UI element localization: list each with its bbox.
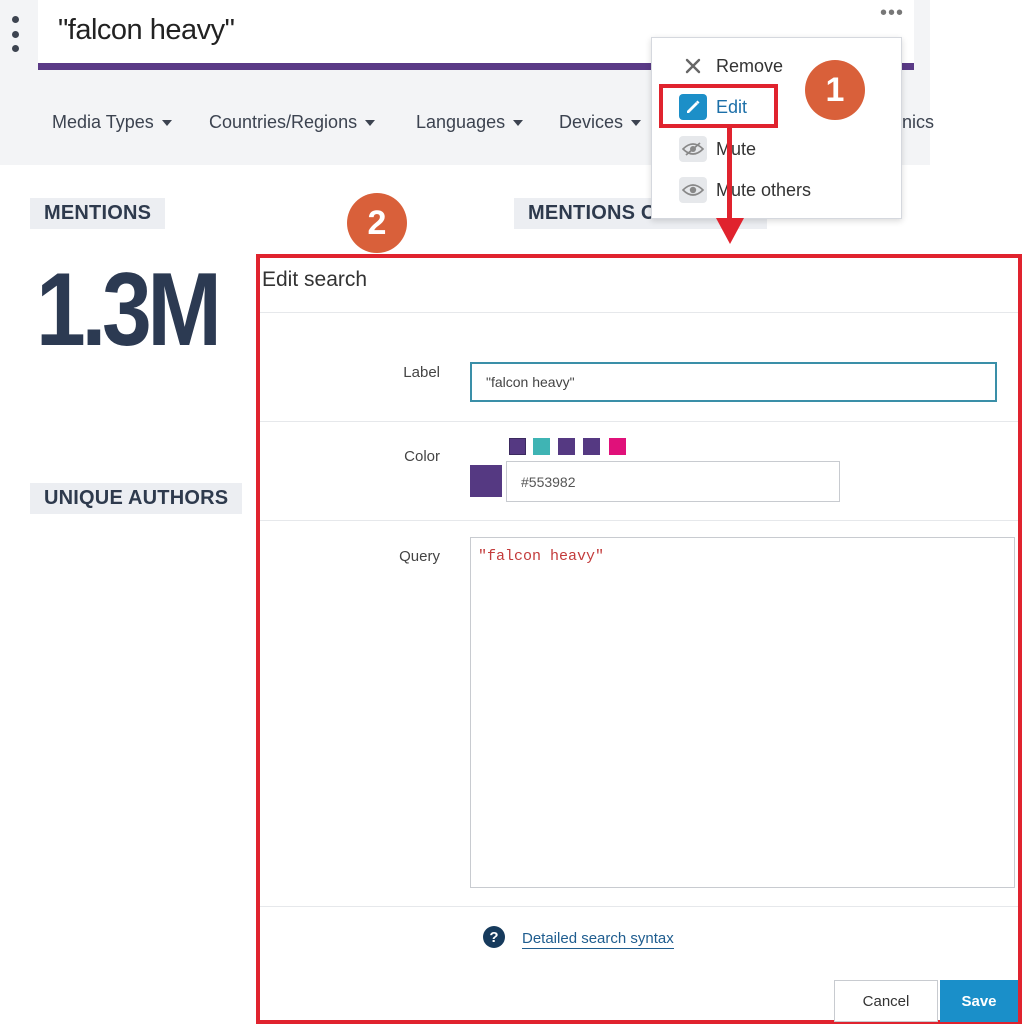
arrow-down-icon (716, 218, 744, 244)
mentions-value: 1.3M (36, 252, 222, 368)
query-text: "falcon heavy" (478, 548, 605, 565)
step-badge-2: 2 (347, 193, 407, 253)
divider (260, 312, 1018, 313)
eye-off-icon (679, 136, 707, 162)
divider (260, 421, 1018, 422)
filter-demographics-partial[interactable]: nics (902, 112, 934, 133)
search-title: "falcon heavy" (58, 14, 235, 46)
mentions-card-label: MENTIONS (30, 198, 166, 229)
step-badge-1: 1 (805, 60, 865, 120)
caret-down-icon (513, 120, 524, 127)
query-textarea[interactable] (470, 537, 1015, 888)
more-options-icon[interactable]: ••• (880, 2, 904, 25)
filter-devices[interactable]: Devices (559, 112, 642, 133)
filter-label: Countries/Regions (209, 112, 358, 132)
filter-media-types[interactable]: Media Types (52, 112, 172, 133)
menu-item-mute[interactable]: Mute (679, 136, 756, 162)
kebab-menu-icon[interactable] (6, 16, 24, 52)
color-swatch[interactable] (533, 438, 550, 455)
query-field-label: Query (399, 548, 440, 565)
cancel-button[interactable]: Cancel (834, 980, 938, 1022)
filter-label: Devices (559, 112, 624, 132)
color-swatch[interactable] (558, 438, 575, 455)
save-button[interactable]: Save (940, 980, 1018, 1022)
caret-down-icon (161, 120, 172, 127)
filter-label: Languages (416, 112, 506, 132)
edit-highlight-box (659, 84, 778, 128)
color-field-label: Color (404, 448, 440, 465)
dialog-title: Edit search (262, 268, 368, 291)
color-swatch[interactable] (609, 438, 626, 455)
filter-label: Media Types (52, 112, 154, 132)
caret-down-icon (365, 120, 376, 127)
caret-down-icon (631, 120, 642, 127)
color-swatch[interactable] (583, 438, 600, 455)
label-input[interactable] (470, 362, 997, 402)
menu-item-mute-others[interactable]: Mute others (679, 177, 811, 203)
color-swatch[interactable] (509, 438, 526, 455)
annotation-arrow (727, 128, 732, 224)
unique-authors-label: UNIQUE AUTHORS (30, 483, 243, 514)
divider (260, 520, 1018, 521)
selected-color-preview (470, 465, 502, 497)
menu-item-label: Mute (716, 138, 757, 159)
menu-item-label: Remove (716, 55, 784, 76)
filter-countries-regions[interactable]: Countries/Regions (209, 112, 376, 133)
question-icon[interactable]: ? (483, 926, 505, 948)
search-syntax-link[interactable]: Detailed search syntax (522, 930, 674, 949)
menu-item-remove[interactable]: Remove (679, 53, 783, 79)
filter-languages[interactable]: Languages (416, 112, 524, 133)
eye-icon (679, 177, 707, 203)
label-field-label: Label (403, 364, 440, 381)
close-icon (679, 53, 707, 79)
color-hex-input[interactable] (506, 461, 840, 502)
divider (260, 906, 1018, 907)
